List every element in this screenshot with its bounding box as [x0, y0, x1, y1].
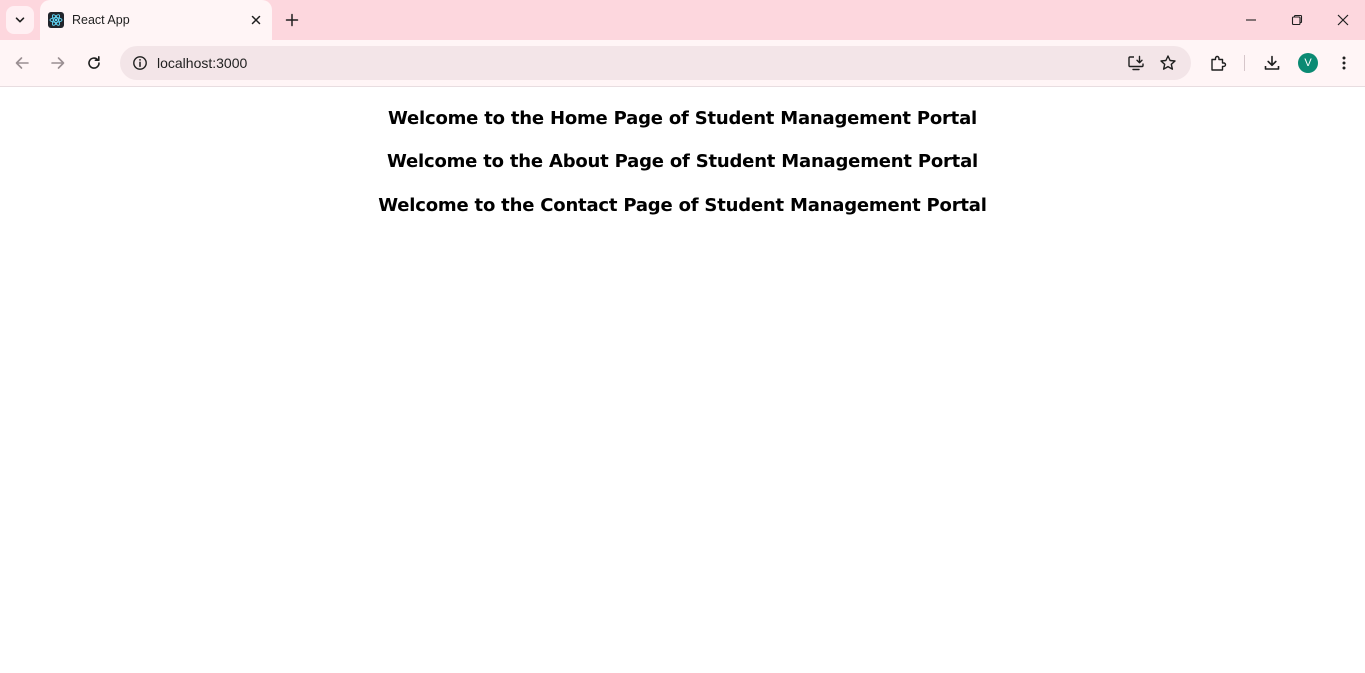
- tab-search-button[interactable]: [6, 6, 34, 34]
- more-vert-icon: [1336, 55, 1352, 71]
- forward-button[interactable]: [44, 49, 72, 77]
- close-icon: [1337, 14, 1349, 26]
- star-icon: [1159, 54, 1177, 72]
- browser-toolbar: localhost:3000: [0, 40, 1365, 87]
- downloads-button[interactable]: [1258, 49, 1286, 77]
- restore-icon: [1291, 14, 1303, 26]
- minimize-window-button[interactable]: [1228, 0, 1274, 40]
- react-icon: [48, 12, 64, 28]
- back-button[interactable]: [8, 49, 36, 77]
- new-tab-button[interactable]: [280, 8, 304, 32]
- close-icon: [251, 15, 261, 25]
- contact-heading: Welcome to the Contact Page of Student M…: [378, 195, 987, 216]
- restore-window-button[interactable]: [1274, 0, 1320, 40]
- plus-icon: [285, 13, 299, 27]
- site-info-button[interactable]: [128, 51, 152, 75]
- back-arrow-icon: [14, 55, 30, 71]
- reload-icon: [86, 55, 102, 71]
- bookmark-button[interactable]: [1156, 51, 1180, 75]
- tab-title: React App: [72, 13, 130, 27]
- url-text: localhost:3000: [157, 55, 248, 71]
- download-icon: [1263, 54, 1281, 72]
- tab-close-button[interactable]: [246, 10, 266, 30]
- browser-menu-button[interactable]: [1330, 49, 1358, 77]
- address-bar[interactable]: localhost:3000: [120, 46, 1191, 80]
- toolbar-divider: [1244, 55, 1245, 71]
- puzzle-icon: [1209, 54, 1227, 72]
- chevron-down-icon: [14, 14, 26, 26]
- profile-avatar[interactable]: V: [1298, 53, 1318, 73]
- extensions-button[interactable]: [1204, 49, 1232, 77]
- page-content: Welcome to the Home Page of Student Mana…: [0, 87, 1365, 673]
- reload-button[interactable]: [80, 49, 108, 77]
- minimize-icon: [1245, 14, 1257, 26]
- active-tab[interactable]: React App: [40, 0, 272, 40]
- install-icon: [1127, 54, 1145, 72]
- forward-arrow-icon: [50, 55, 66, 71]
- tab-strip: React App: [0, 0, 1365, 40]
- home-heading: Welcome to the Home Page of Student Mana…: [387, 108, 977, 129]
- install-app-button[interactable]: [1124, 51, 1148, 75]
- close-window-button[interactable]: [1320, 0, 1365, 40]
- about-heading: Welcome to the About Page of Student Man…: [386, 151, 978, 172]
- info-icon: [132, 55, 148, 71]
